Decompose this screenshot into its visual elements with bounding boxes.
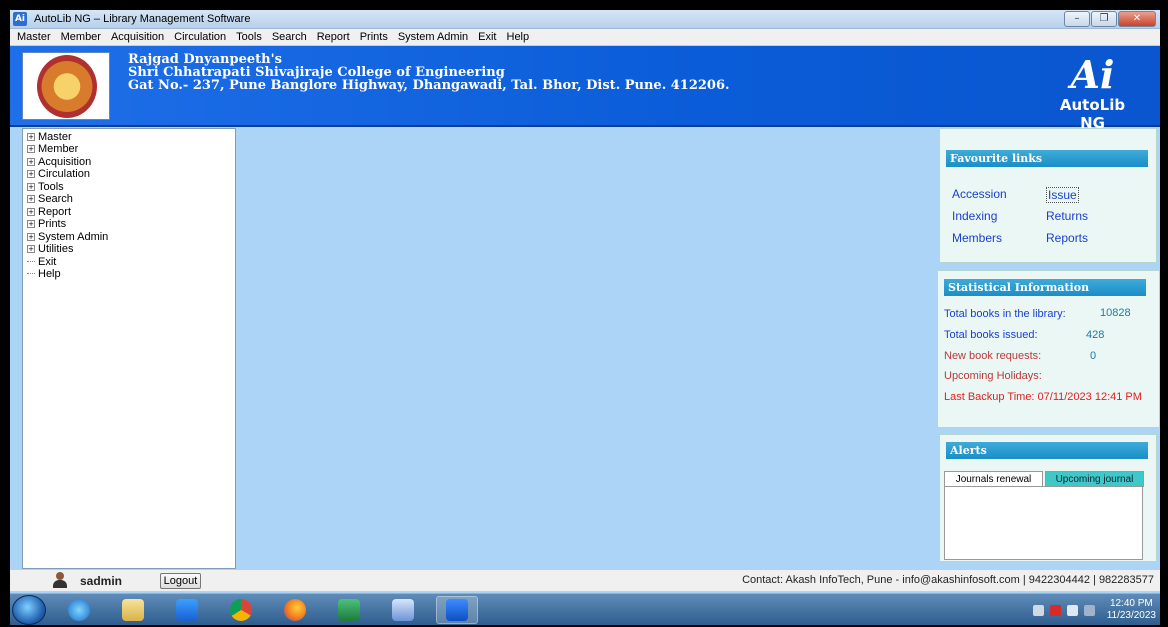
user-icon — [53, 572, 67, 588]
alerts-title: Alerts — [946, 442, 1148, 459]
last-backup-time: Last Backup Time: 07/11/2023 12:41 PM — [944, 391, 1142, 403]
ie-icon[interactable] — [58, 596, 100, 624]
statistical-info-panel: Statistical Information Total books in t… — [937, 270, 1160, 428]
system-clock[interactable]: 12:40 PM 11/23/2023 — [1107, 598, 1156, 622]
media-player-icon[interactable] — [166, 596, 208, 624]
favourite-links-title: Favourite links — [946, 150, 1148, 167]
network-icon[interactable] — [1032, 604, 1044, 616]
menu-tools[interactable]: Tools — [231, 29, 267, 45]
requests-label: New book requests: — [944, 350, 1042, 362]
tree-item-utilities[interactable]: + Utilities — [27, 243, 73, 255]
tree-item-search[interactable]: + Search — [27, 193, 73, 205]
total-books-value: 10828 — [1100, 307, 1131, 319]
menu-circulation[interactable]: Circulation — [169, 29, 231, 45]
total-books-label: Total books in the library: — [944, 308, 1066, 320]
tree-item-member[interactable]: + Member — [27, 143, 78, 155]
close-button[interactable]: ✕ — [1118, 11, 1156, 27]
issued-value: 428 — [1086, 329, 1105, 341]
menu-acquisition[interactable]: Acquisition — [106, 29, 169, 45]
current-user: sadmin — [80, 574, 123, 588]
link-reports[interactable]: Reports — [1046, 231, 1088, 245]
chrome-icon[interactable] — [220, 596, 262, 624]
app-icon: Ai — [13, 12, 27, 26]
menu-search[interactable]: Search — [267, 29, 312, 45]
tree-item-help[interactable]: Help — [27, 268, 61, 280]
tab-journals-renewal[interactable]: Journals renewal — [944, 471, 1043, 487]
start-button[interactable] — [12, 595, 46, 625]
file-explorer-icon[interactable] — [112, 596, 154, 624]
tree-item-system-admin[interactable]: + System Admin — [27, 231, 108, 243]
tree-item-circulation[interactable]: + Circulation — [27, 168, 90, 180]
product-name: AutoLib NG — [1059, 96, 1126, 132]
header-banner: Rajgad Dnyanpeeth's Shri Chhatrapati Shi… — [10, 46, 1160, 133]
firefox-icon[interactable] — [274, 596, 316, 624]
link-accession[interactable]: Accession — [952, 187, 1007, 201]
autolib-taskbar-icon[interactable] — [436, 596, 478, 624]
app-window: Ai AutoLib NG – Library Management Softw… — [10, 10, 1160, 593]
tree-item-master[interactable]: + Master — [27, 131, 72, 143]
menu-master[interactable]: Master — [12, 29, 56, 45]
stats-title: Statistical Information — [944, 279, 1146, 296]
title-bar[interactable]: Ai AutoLib NG – Library Management Softw… — [10, 10, 1160, 29]
taskbar: 12:40 PM 11/23/2023 — [10, 593, 1160, 625]
menu-system-admin[interactable]: System Admin — [393, 29, 473, 45]
window-title: AutoLib NG – Library Management Software — [34, 13, 251, 25]
contact-info: Contact: Akash InfoTech, Pune - info@aka… — [742, 574, 1154, 586]
tree-item-report[interactable]: + Report — [27, 206, 71, 218]
tree-item-acquisition[interactable]: + Acquisition — [27, 156, 91, 168]
institution-info: Rajgad Dnyanpeeth's Shri Chhatrapati Shi… — [128, 53, 730, 92]
tree-item-prints[interactable]: + Prints — [27, 218, 66, 230]
system-tray: 12:40 PM 11/23/2023 — [1032, 594, 1156, 626]
product-logo: Ai AutoLib NG — [1045, 52, 1140, 133]
menu-report[interactable]: Report — [312, 29, 355, 45]
holidays-label: Upcoming Holidays: — [944, 370, 1042, 382]
institution-address: Gat No.- 237, Pune Banglore Highway, Dha… — [128, 78, 730, 93]
link-returns[interactable]: Returns — [1046, 209, 1088, 223]
alerts-panel: Alerts Journals renewal Upcoming journal — [939, 434, 1157, 562]
maximize-button[interactable]: ❐ — [1091, 11, 1117, 27]
tree-item-exit[interactable]: Exit — [27, 256, 56, 268]
security-icon[interactable] — [1049, 604, 1061, 616]
tree-item-tools[interactable]: + Tools — [27, 181, 64, 193]
link-members[interactable]: Members — [952, 231, 1002, 245]
issued-label: Total books issued: — [944, 329, 1038, 341]
volume-icon[interactable] — [1066, 604, 1078, 616]
action-center-icon[interactable] — [1083, 604, 1095, 616]
link-indexing[interactable]: Indexing — [952, 209, 997, 223]
clock-date: 11/23/2023 — [1106, 610, 1156, 621]
link-issue[interactable]: Issue — [1046, 187, 1079, 203]
alerts-tab-content — [944, 486, 1143, 560]
menu-member[interactable]: Member — [56, 29, 106, 45]
clock-time: 12:40 PM — [1109, 598, 1153, 609]
menu-bar: Master Member Acquisition Circulation To… — [10, 29, 1160, 46]
favourite-links-panel: Favourite links Accession Issue Indexing… — [939, 128, 1157, 263]
menu-help[interactable]: Help — [502, 29, 535, 45]
navigation-tree: + Master + Member + Acquisition + Circulatio… — [22, 128, 236, 569]
logout-button[interactable]: Logout — [160, 573, 201, 589]
word-icon[interactable] — [382, 596, 424, 624]
requests-value: 0 — [1090, 350, 1097, 362]
menu-prints[interactable]: Prints — [355, 29, 393, 45]
tab-upcoming-journal[interactable]: Upcoming journal — [1045, 471, 1144, 487]
menu-exit[interactable]: Exit — [473, 29, 501, 45]
minimize-button[interactable]: – — [1064, 11, 1090, 27]
college-logo — [22, 52, 110, 120]
product-mark: Ai — [1070, 52, 1115, 97]
status-bar: sadmin Logout Contact: Akash InfoTech, P… — [10, 569, 1160, 591]
excel-icon[interactable] — [328, 596, 370, 624]
